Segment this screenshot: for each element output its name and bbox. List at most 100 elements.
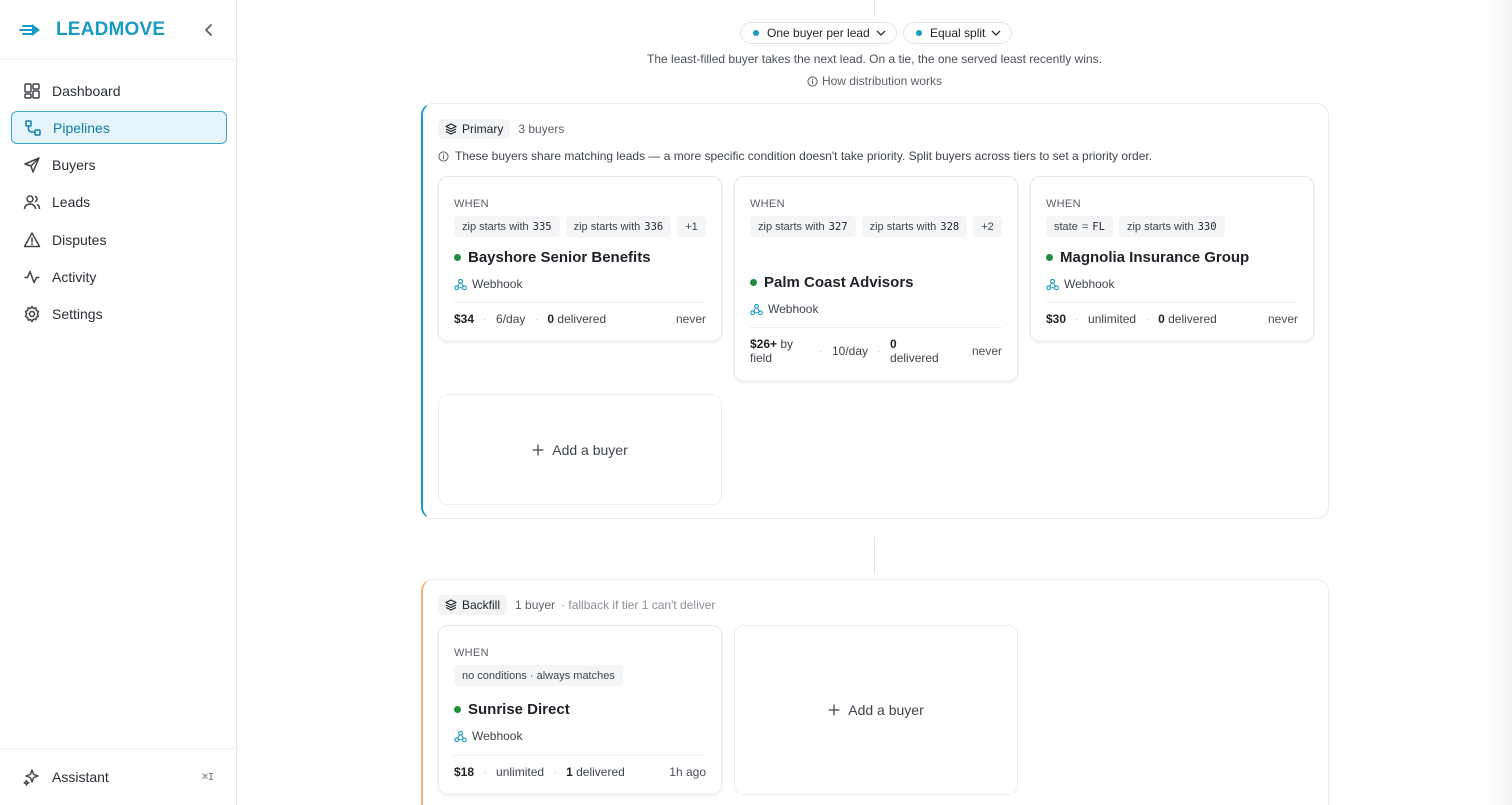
tier-note: These buyers share matching leads — a mo… xyxy=(438,149,1152,163)
sidebar-nav: Dashboard Pipelines Buyers Leads Dispute… xyxy=(11,74,227,335)
app-root: LEADMOVE Dashboard Pipelines Buyers Lead… xyxy=(0,0,1512,805)
condition-chips: zip starts with 335 zip starts with 336 +1 xyxy=(454,216,710,237)
card-divider xyxy=(1046,302,1298,303)
buyer-card[interactable]: WHEN zip starts with 327 zip starts with 3… xyxy=(734,176,1018,382)
status-dot xyxy=(750,279,757,286)
condition-chip: state = FL xyxy=(1046,216,1113,237)
status-dot xyxy=(454,706,461,713)
send-icon xyxy=(23,156,41,174)
delivery-method: Webhook xyxy=(1046,277,1114,291)
distribution-description: The least-filled buyer takes the next le… xyxy=(647,52,1102,66)
buyer-stats: $30 · unlimited · 0 delivered never xyxy=(1046,312,1298,326)
buyer-card[interactable]: WHEN state = FL zip starts with 330 Magnoli… xyxy=(1030,176,1314,342)
tier-header: Primary 3 buyers xyxy=(438,119,564,139)
sidebar-item-leads[interactable]: Leads xyxy=(11,186,227,219)
card-divider xyxy=(454,302,706,303)
tier-buyer-count: 1 buyer xyxy=(515,598,556,612)
delivery-method: Webhook xyxy=(454,729,522,743)
buyer-last-delivery: never xyxy=(1267,312,1298,326)
buyer-delivered: 0 delivered xyxy=(547,312,607,326)
tier-fallback-note: · fallback if tier 1 can't deliver xyxy=(561,598,716,612)
sidebar-item-settings[interactable]: Settings xyxy=(11,298,227,331)
pipeline-canvas: One buyer per lead Equal split The least… xyxy=(237,0,1512,805)
sidebar-item-activity[interactable]: Activity xyxy=(11,260,227,293)
sidebar-item-label: Pipelines xyxy=(53,119,110,136)
when-label: WHEN xyxy=(454,647,489,659)
sidebar-item-buyers[interactable]: Buyers xyxy=(11,149,227,182)
tier-primary: Primary 3 buyers These buyers share matc… xyxy=(421,103,1329,519)
buyer-cap: 6/day xyxy=(496,312,526,326)
buyer-delivered: 0 delivered xyxy=(1158,312,1217,326)
buyer-price: $26+ by field xyxy=(750,337,794,365)
tier-header: Backfill 1 buyer · fallback if tier 1 ca… xyxy=(438,595,715,615)
info-icon xyxy=(807,75,818,87)
buyer-stats: $26+ by field · 10/day · 0 delivered nev… xyxy=(750,337,1002,365)
status-dot xyxy=(454,254,461,261)
assistant-shortcut: ⌘I xyxy=(201,771,214,783)
buyer-stats: $34 · 6/day · 0 delivered never xyxy=(454,312,706,326)
condition-chip: zip starts with 336 xyxy=(565,216,672,237)
buyer-delivered: 0 delivered xyxy=(890,337,939,365)
sidebar-item-disputes[interactable]: Disputes xyxy=(11,223,227,256)
buyer-card[interactable]: WHEN no conditions · always matches Sunr… xyxy=(438,625,722,795)
sidebar-item-label: Leads xyxy=(52,194,91,211)
tier-label: Primary xyxy=(462,122,504,136)
buyer-last-delivery: 1h ago xyxy=(669,765,706,779)
tier-backfill: Backfill 1 buyer · fallback if tier 1 ca… xyxy=(421,579,1329,805)
delivery-method: Webhook xyxy=(454,277,522,291)
scroll-edge-shadow xyxy=(1486,0,1512,805)
sidebar-item-dashboard[interactable]: Dashboard xyxy=(11,74,227,107)
buyer-name: Bayshore Senior Benefits xyxy=(454,249,651,266)
buyer-name: Sunrise Direct xyxy=(454,701,570,718)
delivery-method: Webhook xyxy=(750,302,818,316)
how-distribution-works-link[interactable]: How distribution works xyxy=(237,74,1512,88)
webhook-icon xyxy=(750,303,763,316)
buyer-price: $30 xyxy=(1046,312,1067,326)
tier-note-text: These buyers share matching leads — a mo… xyxy=(455,149,1153,163)
split-mode-dropdown[interactable]: Equal split xyxy=(903,22,1013,44)
add-buyer-button[interactable]: Add a buyer xyxy=(438,394,722,505)
buyer-name: Magnolia Insurance Group xyxy=(1046,249,1249,266)
info-icon xyxy=(438,150,449,162)
condition-chip: zip starts with 330 xyxy=(1118,216,1225,237)
plus-icon xyxy=(828,704,840,716)
buyer-price: $34 xyxy=(454,312,475,326)
when-label: WHEN xyxy=(454,198,489,210)
sidebar-item-label: Disputes xyxy=(52,231,107,248)
add-buyer-button[interactable]: Add a buyer xyxy=(734,625,1018,795)
webhook-icon xyxy=(454,730,467,743)
sidebar: LEADMOVE Dashboard Pipelines Buyers Lead… xyxy=(0,0,237,805)
sidebar-item-label: Activity xyxy=(52,268,97,285)
buyer-card[interactable]: WHEN zip starts with 335 zip starts with 3… xyxy=(438,176,722,342)
sparkles-icon xyxy=(23,768,41,786)
condition-chip: zip starts with 328 xyxy=(861,216,968,237)
add-buyer-label: Add a buyer xyxy=(552,441,628,458)
more-conditions-chip[interactable]: +1 xyxy=(677,216,706,237)
distribution-mode-label: One buyer per lead xyxy=(767,26,870,40)
buyer-stats: $18 · unlimited · 1 delivered 1h ago xyxy=(454,765,706,779)
split-mode-label: Equal split xyxy=(930,26,986,40)
tier-buyer-count: 3 buyers xyxy=(518,122,565,136)
condition-chip: no conditions · always matches xyxy=(454,665,623,686)
buyer-cap: unlimited xyxy=(496,765,545,779)
mode-dot xyxy=(753,30,759,36)
buyer-delivered: 1 delivered xyxy=(566,765,625,779)
tier-badge: Primary xyxy=(438,119,511,139)
tier-label: Backfill xyxy=(462,598,501,612)
when-label: WHEN xyxy=(750,198,785,210)
webhook-icon xyxy=(454,278,467,291)
sidebar-item-pipelines[interactable]: Pipelines xyxy=(11,111,227,145)
condition-chips: no conditions · always matches xyxy=(454,665,710,686)
sidebar-item-label: Dashboard xyxy=(52,82,121,99)
leadmove-logo-icon xyxy=(18,18,42,42)
buyer-last-delivery: never xyxy=(675,312,706,326)
sidebar-item-label: Settings xyxy=(52,306,103,323)
assistant-button[interactable]: Assistant ⌘I xyxy=(0,748,236,805)
collapse-sidebar-icon[interactable] xyxy=(199,20,219,40)
chevron-down-icon xyxy=(876,30,886,36)
buyer-price: $18 xyxy=(454,765,475,779)
more-conditions-chip[interactable]: +2 xyxy=(973,216,1002,237)
distribution-mode-dropdown[interactable]: One buyer per lead xyxy=(740,22,897,44)
dashboard-icon xyxy=(23,82,41,100)
connector-line xyxy=(874,537,875,574)
